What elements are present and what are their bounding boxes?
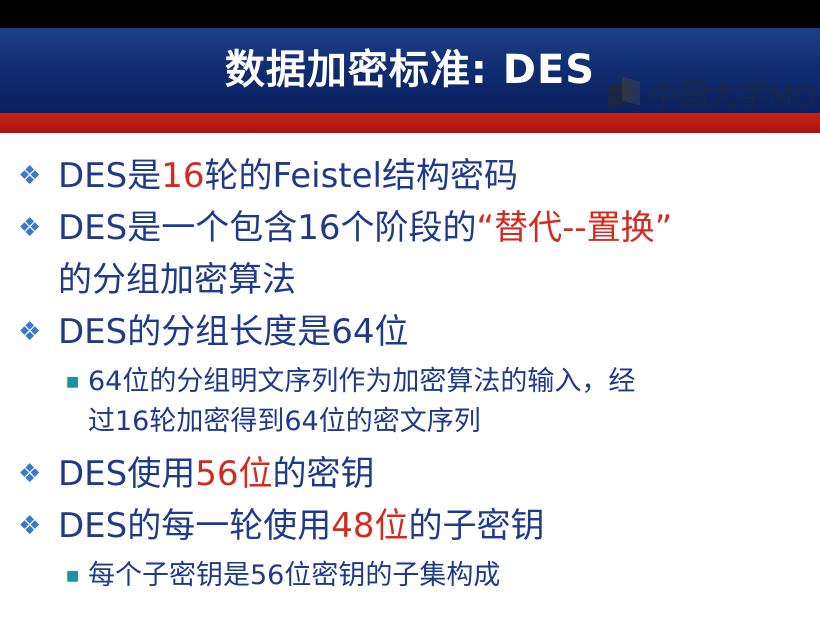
square-bullet-icon: ■ — [66, 374, 80, 390]
bullet-5: ❖ DES的每一轮使用48位的子密钥 — [18, 500, 808, 552]
red-accent-strip — [0, 113, 820, 133]
diamond-bullet-icon: ❖ — [18, 161, 42, 191]
diamond-bullet-icon: ❖ — [18, 459, 42, 489]
diamond-bullet-icon: ❖ — [18, 511, 42, 541]
sub-bullet-3-line2: 过16轮加密得到64位的密文序列 — [88, 406, 481, 437]
bullet-4-pre: DES使用 — [58, 454, 196, 494]
top-black-bar — [0, 0, 820, 28]
bullet-4: ❖ DES使用56位的密钥 — [18, 448, 808, 500]
bullet-1-highlight: 16 — [161, 156, 205, 196]
bullet-2-highlight: “替代--置换” — [476, 208, 673, 248]
bullet-1-pre: DES是 — [58, 156, 162, 196]
square-bullet-icon: ■ — [66, 568, 80, 584]
diamond-bullet-icon: ❖ — [18, 317, 42, 347]
sub-bullet-5-line1: 每个子密钥是56位密钥的子集构成 — [88, 560, 501, 591]
sub-bullet-5: ■ 每个子密钥是56位密钥的子集构成 — [18, 556, 808, 596]
mooc-logo-icon — [608, 76, 642, 108]
bullet-2-pre: DES是一个包含16个阶段的 — [58, 208, 477, 248]
watermark-logo: 中国大学MO — [608, 72, 816, 112]
bullet-2-line2: 的分组加密算法 — [58, 260, 296, 300]
bullet-4-highlight: 56位 — [195, 454, 273, 494]
bullet-2: ❖ DES是一个包含16个阶段的“替代--置换” 的分组加密算法 — [18, 202, 808, 306]
sub-bullet-3-line1: 64位的分组明文序列作为加密算法的输入，经 — [88, 366, 636, 397]
bullet-5-highlight: 48位 — [331, 506, 409, 546]
diamond-bullet-icon: ❖ — [18, 213, 42, 243]
bullet-1-post: 轮的Feistel结构密码 — [204, 156, 518, 196]
watermark-text: 中国大学MO — [648, 79, 817, 112]
bullet-5-pre: DES的每一轮使用 — [58, 506, 332, 546]
bullet-3-text: DES的分组长度是64位 — [58, 312, 409, 352]
bullet-3: ❖ DES的分组长度是64位 — [18, 306, 808, 358]
slide-body: ❖ DES是16轮的Feistel结构密码 ❖ DES是一个包含16个阶段的“替… — [18, 150, 808, 602]
bullet-1: ❖ DES是16轮的Feistel结构密码 — [18, 150, 808, 202]
bullet-5-post: 的子密钥 — [408, 506, 545, 546]
sub-bullet-3: ■ 64位的分组明文序列作为加密算法的输入，经 过16轮加密得到64位的密文序列 — [18, 362, 808, 442]
bullet-4-post: 的密钥 — [272, 454, 375, 494]
